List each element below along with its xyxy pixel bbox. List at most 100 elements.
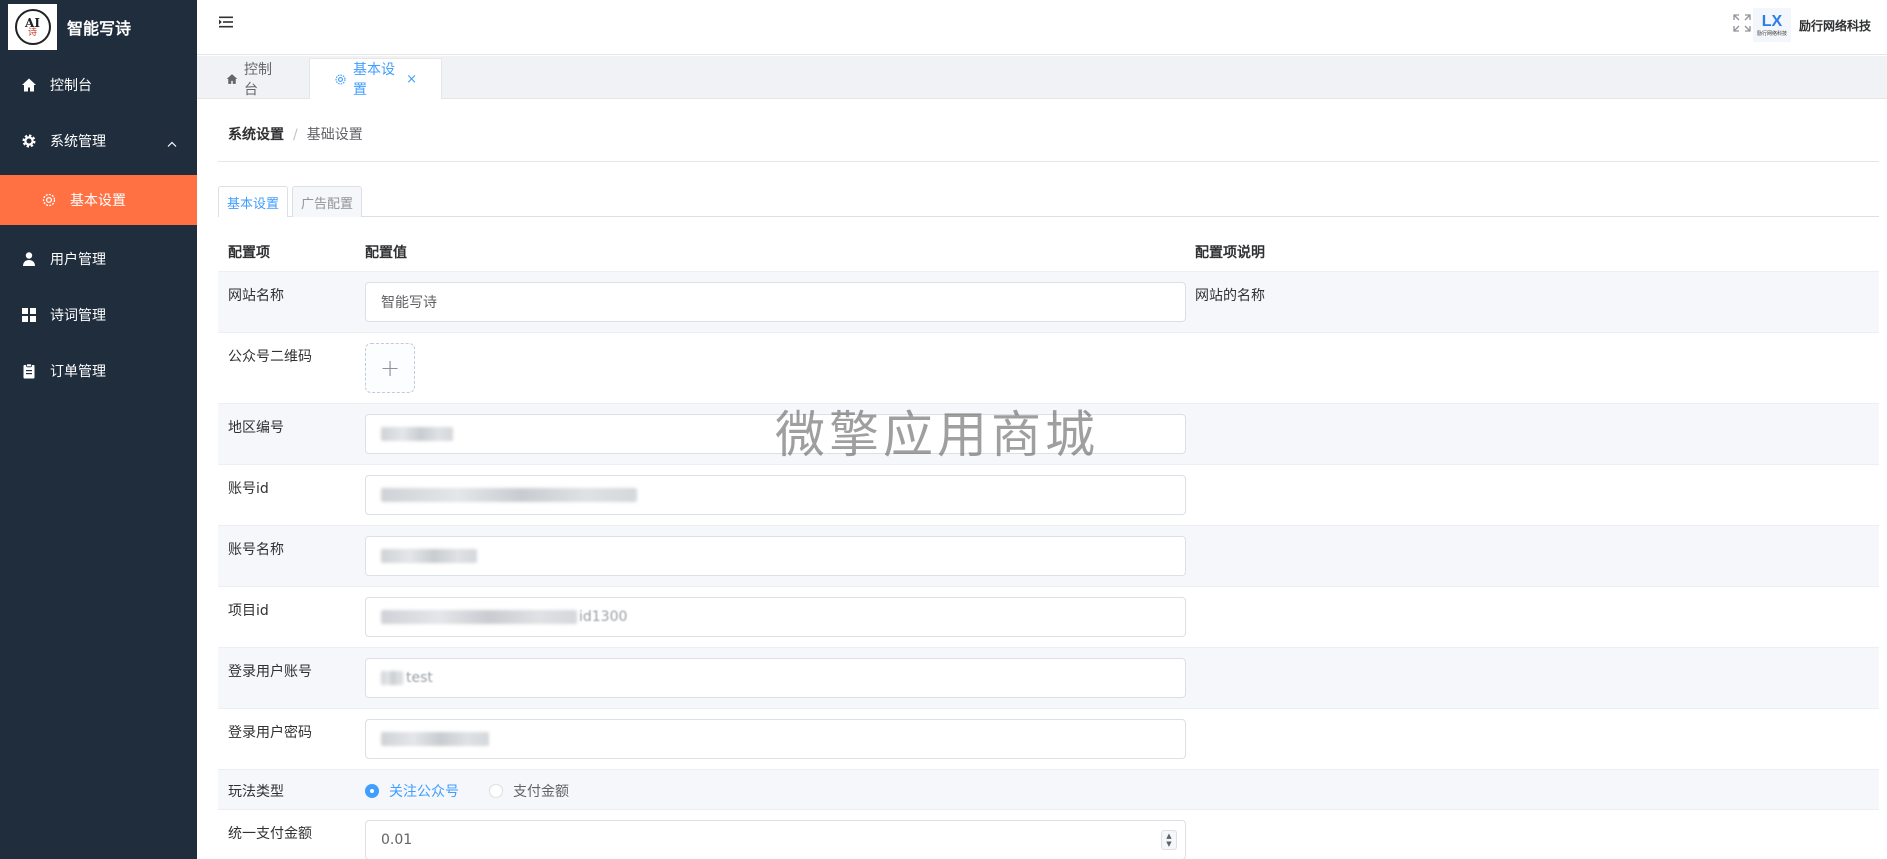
region-code-input[interactable]	[365, 414, 1186, 454]
clipboard-icon	[20, 362, 38, 380]
plus-icon: +	[379, 354, 401, 382]
row-label: 网站名称	[228, 288, 284, 304]
row-label: 公众号二维码	[228, 349, 312, 365]
number-stepper[interactable]: ▲ ▼	[1161, 830, 1177, 850]
app-logo: AI 诗	[8, 4, 57, 50]
blurred-value	[381, 732, 489, 746]
stepper-down-icon[interactable]: ▼	[1166, 840, 1171, 848]
row-label: 地区编号	[228, 420, 284, 436]
subtab-ad-config[interactable]: 广告配置	[292, 186, 362, 217]
radio-pay-amount[interactable]: 支付金额	[489, 781, 569, 801]
blurred-value	[381, 549, 477, 563]
account-id-input[interactable]	[365, 475, 1186, 515]
account-name-input[interactable]	[365, 536, 1186, 576]
row-label: 玩法类型	[228, 784, 284, 800]
company-profile[interactable]: LX 励行网络科技 励行网络科技	[1753, 8, 1887, 42]
sidebar-item-dashboard[interactable]: 控制台	[0, 57, 197, 113]
company-logo: LX 励行网络科技	[1753, 8, 1791, 42]
company-name: 励行网络科技	[1799, 18, 1872, 33]
home-icon	[226, 73, 238, 85]
sidebar-item-basic-settings[interactable]: 基本设置	[0, 175, 197, 225]
chevron-up-icon	[167, 135, 177, 151]
table-row-pay-amount: 统一支付金额 0.01 ▲ ▼	[218, 810, 1879, 859]
radio-label: 关注公众号	[389, 784, 459, 800]
table-header: 配置项 配置值 配置项说明	[218, 233, 1879, 272]
settings-subtabs: 基本设置 广告配置	[218, 186, 1879, 217]
menu-toggle-icon[interactable]	[219, 16, 233, 32]
page-tabs-bar: 控制台 基本设置 ×	[197, 56, 1887, 99]
breadcrumb-item-system-settings[interactable]: 系统设置	[228, 127, 284, 143]
row-label: 统一支付金额	[228, 826, 312, 842]
user-icon	[20, 250, 38, 268]
table-row-account-id: 账号id	[218, 465, 1879, 526]
gear-outline-icon	[334, 73, 347, 86]
radio-label: 支付金额	[513, 784, 569, 800]
sidebar-item-poems[interactable]: 诗词管理	[0, 287, 197, 343]
sidebar-item-label: 基本设置	[70, 193, 126, 209]
blurred-value	[381, 610, 577, 624]
logo-emblem: AI 诗	[14, 9, 51, 45]
stepper-up-icon[interactable]: ▲	[1166, 832, 1171, 840]
subtab-basic-settings[interactable]: 基本设置	[218, 186, 288, 217]
input-value: 0.01	[381, 832, 413, 848]
table-row-account-name: 账号名称	[218, 526, 1879, 587]
divider	[218, 161, 1879, 162]
breadcrumb-item-basic-settings: 基础设置	[306, 127, 363, 143]
row-description: 网站的名称	[1195, 288, 1265, 304]
gear-outline-icon	[40, 191, 58, 209]
breadcrumb: 系统设置 / 基础设置	[228, 124, 363, 144]
settings-table: 配置项 配置值 配置项说明 网站名称 智能写诗 网站的名称 公众号二维码 + 地…	[218, 233, 1879, 859]
table-row-play-type: 玩法类型 关注公众号 支付金额	[218, 770, 1879, 810]
company-logo-mark: LX	[1761, 12, 1783, 30]
input-value-tail: test	[406, 670, 433, 686]
sidebar-item-system[interactable]: 系统管理	[0, 113, 197, 169]
sidebar-item-label: 用户管理	[50, 252, 106, 268]
company-logo-caption: 励行网络科技	[1756, 30, 1787, 37]
sidebar-item-label: 诗词管理	[50, 308, 106, 324]
column-header-value: 配置值	[365, 245, 407, 261]
gear-icon	[20, 132, 38, 150]
blurred-value	[381, 671, 403, 685]
fullscreen-icon[interactable]	[1733, 14, 1751, 36]
tab-basic-settings[interactable]: 基本设置 ×	[309, 58, 442, 99]
sidebar: AI 诗 智能写诗 控制台 系统管理 基本设置 用户管理 诗词管理 订单管理	[0, 0, 197, 859]
sidebar-item-users[interactable]: 用户管理	[0, 231, 197, 287]
site-name-input[interactable]: 智能写诗	[365, 282, 1186, 322]
table-row-site-name: 网站名称 智能写诗 网站的名称	[218, 272, 1879, 333]
logo-text-bottom: 诗	[27, 27, 37, 38]
row-label: 登录用户密码	[228, 725, 312, 741]
logo-text-top: AI	[25, 15, 40, 30]
table-row-region: 地区编号	[218, 404, 1879, 465]
pay-amount-input[interactable]: 0.01 ▲ ▼	[365, 820, 1186, 859]
column-header-description: 配置项说明	[1195, 245, 1265, 261]
radio-unchecked-icon	[489, 784, 503, 798]
row-label: 项目id	[228, 603, 269, 619]
close-icon[interactable]: ×	[406, 72, 417, 87]
tab-dashboard[interactable]: 控制台	[202, 58, 305, 99]
tab-label: 基本设置	[353, 62, 395, 98]
sidebar-item-label: 控制台	[50, 78, 92, 94]
column-header-item: 配置项	[228, 245, 270, 261]
row-label: 账号id	[228, 481, 269, 497]
project-id-input[interactable]: id1300	[365, 597, 1186, 637]
radio-checked-icon	[365, 784, 379, 798]
breadcrumb-separator: /	[293, 127, 298, 143]
login-password-input[interactable]	[365, 719, 1186, 759]
grid-icon	[20, 306, 38, 324]
table-row-qrcode: 公众号二维码 +	[218, 333, 1879, 404]
login-username-input[interactable]: test	[365, 658, 1186, 698]
qrcode-upload-button[interactable]: +	[365, 343, 415, 393]
blurred-value	[381, 488, 637, 502]
table-row-login-user: 登录用户账号 test	[218, 648, 1879, 709]
app-title: 智能写诗	[67, 19, 132, 38]
home-icon	[20, 76, 38, 94]
table-row-login-password: 登录用户密码	[218, 709, 1879, 770]
blurred-value	[381, 427, 453, 441]
radio-follow-account[interactable]: 关注公众号	[365, 781, 459, 801]
input-value-tail: id1300	[579, 609, 628, 625]
sidebar-item-label: 订单管理	[50, 364, 106, 380]
row-label: 登录用户账号	[228, 664, 312, 680]
sidebar-item-orders[interactable]: 订单管理	[0, 343, 197, 399]
table-row-project-id: 项目id id1300	[218, 587, 1879, 648]
play-type-radio-group: 关注公众号 支付金额	[365, 781, 599, 801]
